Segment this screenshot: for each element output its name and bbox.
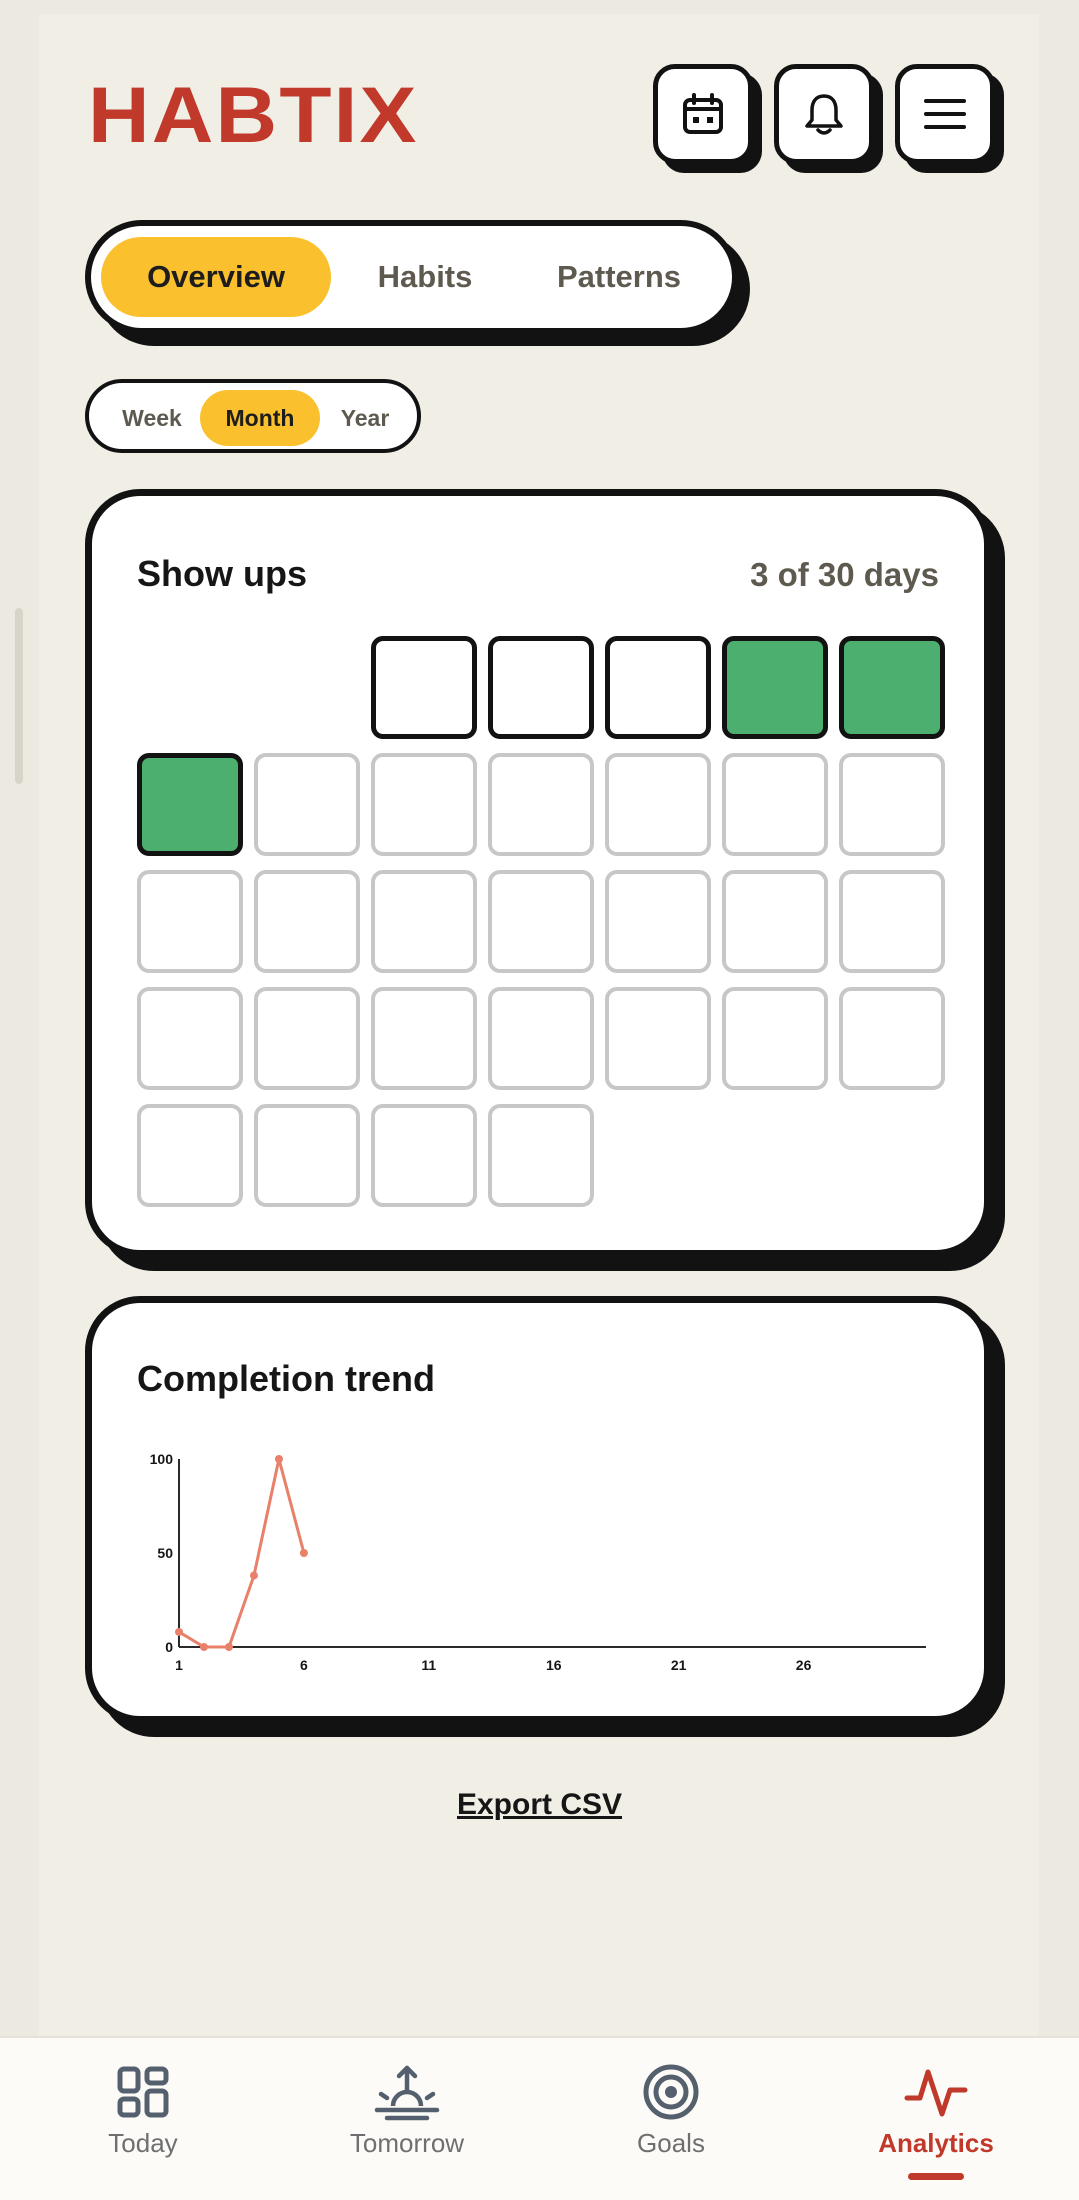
day-cell-12 <box>839 753 945 856</box>
app-logo: HABTIX <box>88 70 419 159</box>
trend-point <box>249 1571 258 1580</box>
day-cell-19 <box>839 870 945 973</box>
tab-patterns[interactable]: Patterns <box>519 237 719 317</box>
day-cell-2 <box>488 636 594 739</box>
day-cell-10 <box>605 753 711 856</box>
day-cell-28 <box>254 1104 360 1207</box>
range-month[interactable]: Month <box>200 390 320 446</box>
x-tick-label: 11 <box>421 1657 436 1673</box>
day-cell-27 <box>137 1104 243 1207</box>
day-cell-4 <box>722 636 828 739</box>
day-cell-22 <box>371 987 477 1090</box>
completion-trend-chart: 0501001 6 11 16 21 26 <box>150 1451 926 1673</box>
notifications-button[interactable] <box>774 64 874 164</box>
tab-habits[interactable]: Habits <box>341 237 509 317</box>
day-cell-6 <box>137 753 243 856</box>
day-cell-3 <box>605 636 711 739</box>
day-cell-14 <box>254 870 360 973</box>
completion-trend-card: Completion trend 0 50 100 1 6 11 16 21 26 <box>85 1296 991 1723</box>
bell-icon <box>805 94 843 135</box>
nav-label-goals: Goals <box>637 2128 705 2158</box>
nav-label-tomorrow: Tomorrow <box>349 2128 465 2158</box>
activity-icon <box>904 2069 968 2117</box>
day-cell-21 <box>254 987 360 1090</box>
day-cell-30 <box>488 1104 594 1207</box>
menu-button[interactable] <box>895 64 995 164</box>
nav-label-today: Today <box>108 2128 178 2158</box>
day-cell-9 <box>488 753 594 856</box>
day-cell-5 <box>839 636 945 739</box>
show-ups-title: Show ups <box>137 553 307 594</box>
day-cell-17 <box>605 870 711 973</box>
day-cell-24 <box>605 987 711 1090</box>
day-cell-13 <box>137 870 243 973</box>
nav-goals[interactable]: Goals <box>571 2062 771 2159</box>
y-tick-label: 100 <box>150 1451 174 1467</box>
tab-overview[interactable]: Overview <box>101 237 331 317</box>
day-cell-15 <box>371 870 477 973</box>
completion-trend-title: Completion trend <box>137 1358 435 1399</box>
x-tick-label: 16 <box>546 1657 562 1673</box>
sunrise-icon <box>374 2065 440 2121</box>
view-tabs: Overview Habits Patterns <box>85 220 738 334</box>
trend-series-line <box>178 1457 306 1649</box>
range-year[interactable]: Year <box>320 390 410 446</box>
trend-point <box>224 1643 233 1651</box>
x-tick-label: 1 <box>175 1657 183 1673</box>
y-tick-label: 0 <box>165 1639 173 1655</box>
trend-point <box>199 1643 208 1651</box>
day-cell-25 <box>722 987 828 1090</box>
show-ups-card: Show ups 3 of 30 days <box>85 489 991 1257</box>
grid-icon <box>117 2066 169 2118</box>
day-cell-7 <box>254 753 360 856</box>
day-cell-23 <box>488 987 594 1090</box>
day-cell-18 <box>722 870 828 973</box>
x-tick-label: 6 <box>300 1657 308 1673</box>
day-cell-20 <box>137 987 243 1090</box>
show-ups-summary: 3 of 30 days <box>750 556 939 593</box>
nav-analytics[interactable]: Analytics <box>836 2062 1036 2180</box>
calendar-button[interactable] <box>653 64 753 164</box>
day-cell-11 <box>722 753 828 856</box>
trend-point <box>175 1627 183 1636</box>
nav-label-analytics: Analytics <box>878 2128 994 2158</box>
hamburger-menu-icon <box>924 99 966 129</box>
calendar-icon <box>683 93 723 134</box>
day-cell-8 <box>371 753 477 856</box>
scrollbar-thumb[interactable] <box>15 608 23 784</box>
range-week[interactable]: Week <box>97 390 207 446</box>
y-tick-label: 50 <box>157 1545 173 1561</box>
nav-today[interactable]: Today <box>43 2062 243 2159</box>
x-tick-label: 26 <box>796 1657 812 1673</box>
day-cell-26 <box>839 987 945 1090</box>
day-cell-29 <box>371 1104 477 1207</box>
day-cell-16 <box>488 870 594 973</box>
day-cell-1 <box>371 636 477 739</box>
nav-active-indicator <box>908 2173 964 2180</box>
x-tick-label: 21 <box>671 1657 687 1673</box>
target-icon <box>643 2064 699 2120</box>
export-csv-link[interactable]: Export CSV <box>0 1788 1079 1822</box>
trend-point <box>274 1455 283 1463</box>
trend-point <box>299 1549 308 1557</box>
bottom-navigation: Today Tomorrow Goals Analytics <box>0 2036 1079 2200</box>
nav-tomorrow[interactable]: Tomorrow <box>307 2062 507 2159</box>
range-selector: Week Month Year <box>85 379 421 453</box>
